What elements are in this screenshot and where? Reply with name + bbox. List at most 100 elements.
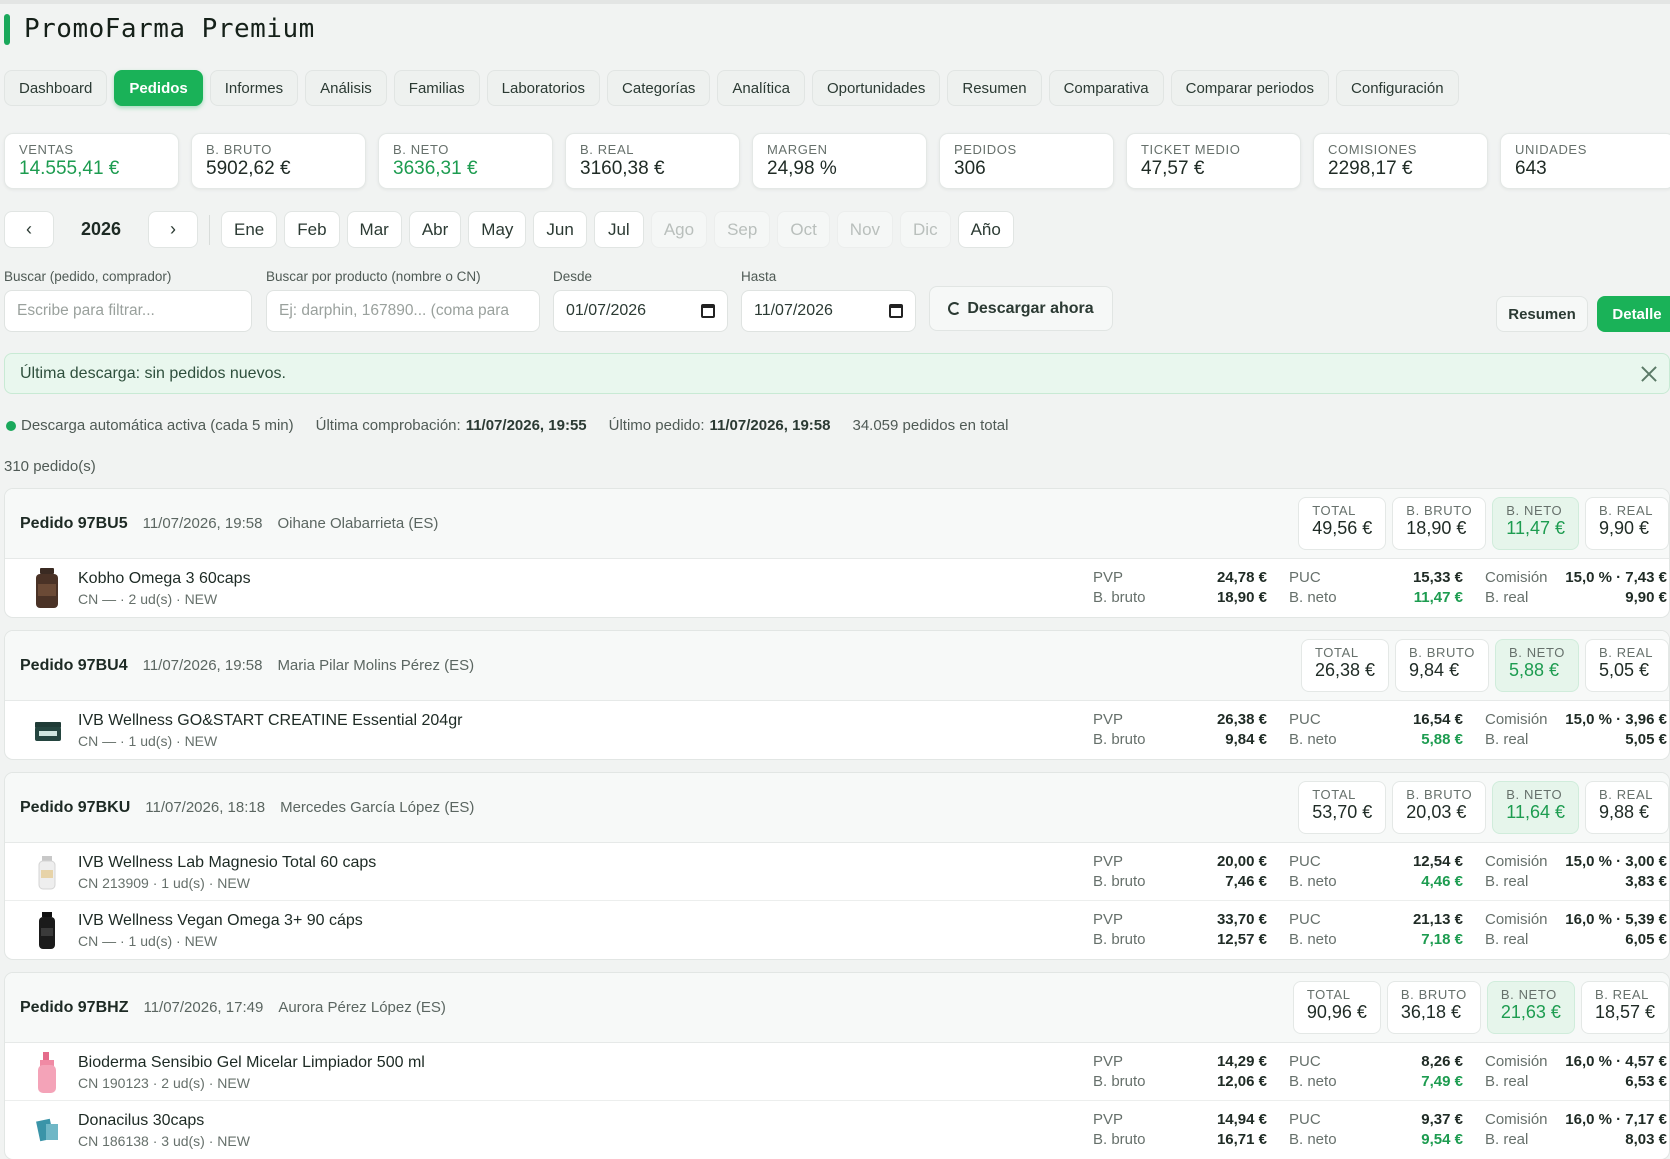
pvp-value: 24,78 € (1216, 569, 1267, 586)
order-card: Pedido 97BU5 11/07/2026, 19:58 Oihane Olab… (4, 488, 1670, 618)
month-ene-button[interactable]: Ene (221, 211, 278, 248)
last-order-value: 11/07/2026, 19:58 (709, 417, 831, 434)
tab-comparar-periodos[interactable]: Comparar periodos (1170, 70, 1330, 106)
order-neto-label: B. NETO (1509, 645, 1565, 660)
kpi-value: 306 (954, 158, 986, 179)
tab-pedidos[interactable]: Pedidos (114, 70, 203, 106)
order-real-value: 5,05 € (1599, 660, 1650, 680)
month-abr-button[interactable]: Abr (408, 211, 462, 248)
alert-text: Última descarga: sin pedidos nuevos. (20, 364, 286, 382)
kpi-label: B. NETO (393, 142, 449, 157)
product-name[interactable]: IVB Wellness GO&START CREATINE Essential… (78, 712, 462, 730)
total-orders: 34.059 pedidos en total (852, 417, 1009, 434)
order-real-box: B. REAL 9,88 € (1585, 781, 1669, 834)
puc-label: PUC (1289, 853, 1321, 870)
b-real-label: B. real (1485, 873, 1529, 890)
kpi-label: B. REAL (580, 142, 635, 157)
order-header[interactable]: Pedido 97BU5 11/07/2026, 19:58 Oihane Olab… (5, 489, 1669, 559)
b-neto-value: 7,49 € (1421, 1073, 1463, 1090)
pvp-value: 14,94 € (1216, 1111, 1267, 1128)
order-neto-value: 11,47 € (1506, 518, 1565, 538)
product-name[interactable]: Kobho Omega 3 60caps (78, 570, 251, 588)
month-mar-button[interactable]: Mar (346, 211, 402, 248)
order-item-row: Kobho Omega 3 60caps CN — · 2 ud(s) · NEW… (5, 559, 1669, 617)
view-detail-button[interactable]: Detalle (1597, 296, 1670, 332)
order-bruto-value: 9,84 € (1409, 660, 1460, 680)
b-bruto-label: B. bruto (1093, 589, 1146, 606)
status-line: Descarga automática activa (cada 5 min) … (6, 417, 1008, 434)
search-label: Buscar (pedido, comprador) (4, 269, 172, 284)
month-feb-button[interactable]: Feb (284, 211, 340, 248)
year-view-button[interactable]: Año (957, 211, 1014, 248)
product-image (27, 708, 67, 752)
order-header[interactable]: Pedido 97BKU 11/07/2026, 18:18 Mercedes Ga… (5, 773, 1669, 843)
order-id: Pedido 97BHZ (20, 998, 129, 1016)
order-header[interactable]: Pedido 97BHZ 11/07/2026, 17:49 Aurora Pére… (5, 973, 1669, 1043)
kpi-card: UNIDADES 643 (1500, 133, 1670, 189)
tab-analitica[interactable]: Analítica (717, 70, 805, 106)
order-total-value: 26,38 € (1314, 660, 1376, 680)
tab-dashboard[interactable]: Dashboard (4, 70, 108, 106)
tab-informes[interactable]: Informes (209, 70, 299, 106)
order-real-label: B. REAL (1599, 645, 1654, 660)
kpi-label: B. BRUTO (206, 142, 272, 157)
calendar-icon[interactable] (889, 304, 903, 318)
kpi-value: 643 (1515, 158, 1547, 179)
product-name[interactable]: IVB Wellness Lab Magnesio Total 60 caps (78, 854, 376, 872)
prev-year-button[interactable]: ‹ (4, 211, 54, 248)
order-buyer: Mercedes García López (ES) (280, 799, 475, 816)
b-bruto-label: B. bruto (1093, 873, 1146, 890)
order-count: 310 pedido(s) (4, 458, 96, 475)
from-date-input[interactable]: 01/07/2026 (553, 290, 728, 332)
b-real-value: 6,05 € (1625, 931, 1667, 948)
product-name[interactable]: Bioderma Sensibio Gel Micelar Limpiador … (78, 1054, 425, 1072)
order-item-row: IVB Wellness Lab Magnesio Total 60 caps C… (5, 843, 1669, 901)
order-header[interactable]: Pedido 97BU4 11/07/2026, 19:58 Maria Pilar… (5, 631, 1669, 701)
view-summary-button[interactable]: Resumen (1496, 296, 1588, 332)
calendar-icon[interactable] (701, 304, 715, 318)
month-jun-button[interactable]: Jun (533, 211, 587, 248)
comision-value: 16,0 % · 7,17 € (1565, 1111, 1667, 1128)
tab-laboratorios[interactable]: Laboratorios (486, 70, 601, 106)
to-date-input[interactable]: 11/07/2026 (741, 290, 916, 332)
pvp-label: PVP (1093, 911, 1124, 928)
tab-resumen[interactable]: Resumen (947, 70, 1042, 106)
close-icon[interactable] (1639, 364, 1659, 384)
tab-oportunidades[interactable]: Oportunidades (811, 70, 941, 106)
month-oct-button: Oct (777, 211, 830, 248)
tab-comparativa[interactable]: Comparativa (1048, 70, 1164, 106)
main-tabs: Dashboard Pedidos Informes Análisis Familias… (4, 70, 1459, 106)
b-real-label: B. real (1485, 931, 1529, 948)
puc-label: PUC (1289, 1053, 1321, 1070)
product-name[interactable]: Donacilus 30caps (78, 1112, 204, 1130)
comision-label: Comisión (1485, 1111, 1548, 1128)
year-label: 2026 (80, 219, 122, 239)
month-jul-button[interactable]: Jul (593, 211, 644, 248)
product-name[interactable]: IVB Wellness Vegan Omega 3+ 90 cáps (78, 912, 363, 930)
comision-label: Comisión (1485, 569, 1548, 586)
month-may-button[interactable]: May (468, 211, 527, 248)
search-input[interactable]: Escribe para filtrar... (4, 290, 252, 332)
kpi-value: 24,98 % (767, 158, 837, 179)
order-buyer: Oihane Olabarrieta (ES) (277, 515, 439, 532)
order-total-label: TOTAL (1306, 987, 1351, 1002)
kpi-card: COMISIONES 2298,17 € (1313, 133, 1488, 189)
tab-categorias[interactable]: Categorías (607, 70, 711, 106)
orders-list: Pedido 97BU5 11/07/2026, 19:58 Oihane Olab… (4, 488, 1670, 1159)
next-year-button[interactable]: › (148, 211, 198, 248)
b-real-value: 8,03 € (1625, 1131, 1667, 1148)
b-real-value: 9,90 € (1625, 589, 1667, 606)
order-real-label: B. REAL (1599, 503, 1654, 518)
tab-configuracion[interactable]: Configuración (1336, 70, 1459, 106)
download-now-button[interactable]: Descargar ahora (929, 286, 1113, 331)
tab-analisis[interactable]: Análisis (305, 70, 387, 106)
tab-familias[interactable]: Familias (393, 70, 480, 106)
product-image (27, 566, 67, 610)
order-neto-box: B. NETO 11,47 € (1492, 497, 1579, 550)
order-neto-label: B. NETO (1500, 987, 1557, 1002)
month-ago-button: Ago (650, 211, 708, 248)
kpi-value: 47,57 € (1141, 158, 1205, 179)
kpi-card: B. REAL 3160,38 € (565, 133, 740, 189)
product-search-input[interactable]: Ej: darphin, 167890... (coma para (266, 290, 540, 332)
order-date: 11/07/2026, 18:18 (145, 799, 266, 816)
